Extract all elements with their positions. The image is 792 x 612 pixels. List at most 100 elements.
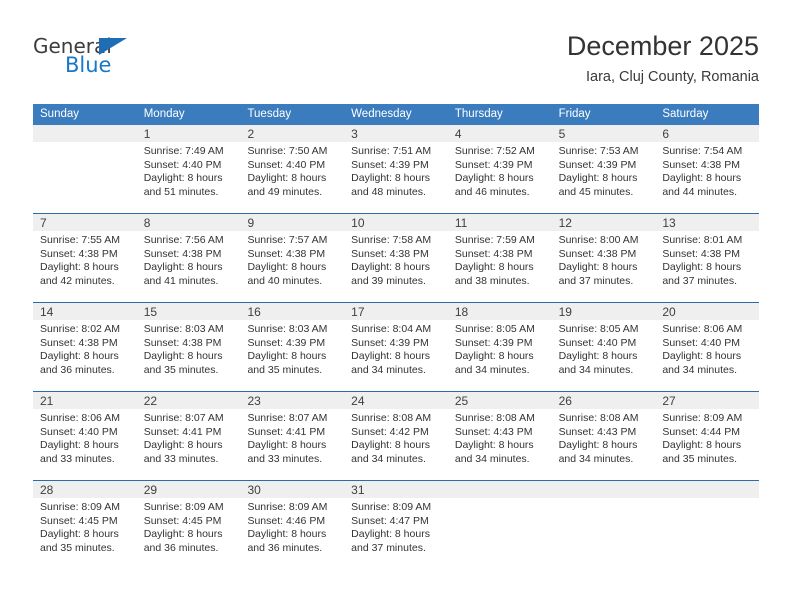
day-number: 15 bbox=[143, 305, 158, 319]
calendar-day-cell[interactable]: 10 Sunrise: 7:58 AM Sunset: 4:38 PM Dayligh… bbox=[344, 214, 448, 302]
day-number: 25 bbox=[454, 394, 469, 408]
sunrise-text: Sunrise: 8:01 AM bbox=[662, 234, 743, 246]
sunrise-text: Sunrise: 8:00 AM bbox=[558, 234, 639, 246]
day-detail-lines: Sunrise: 7:55 AM Sunset: 4:38 PM Daylight:… bbox=[33, 231, 137, 288]
sunrise-text: Sunrise: 8:02 AM bbox=[40, 323, 120, 335]
calendar-day-cell[interactable]: 19 Sunrise: 8:05 AM Sunset: 4:40 PM Dayligh… bbox=[551, 303, 656, 391]
daylight-text-line2: and 37 minutes. bbox=[558, 274, 634, 287]
calendar-day-cell[interactable]: 4 Sunrise: 7:52 AM Sunset: 4:39 PM Daylight… bbox=[447, 125, 552, 213]
calendar-day-cell[interactable]: 17 Sunrise: 8:04 AM Sunset: 4:39 PM Dayligh… bbox=[344, 303, 448, 391]
calendar-page: General Blue December 2025 Iara, Cluj Co… bbox=[0, 0, 792, 612]
day-detail-lines: Sunrise: 7:49 AM Sunset: 4:40 PM Daylight:… bbox=[137, 142, 241, 199]
calendar-day-cell[interactable]: 1 Sunrise: 7:49 AM Sunset: 4:40 PM Daylight… bbox=[136, 125, 241, 213]
calendar-day-cell-empty bbox=[655, 481, 760, 569]
day-number-band: 2 bbox=[240, 125, 345, 142]
sunset-text: Sunset: 4:45 PM bbox=[143, 514, 222, 527]
sunset-text: Sunset: 4:39 PM bbox=[454, 336, 533, 349]
sunrise-text: Sunrise: 7:50 AM bbox=[247, 145, 328, 157]
daylight-text-line1: Daylight: 8 hours bbox=[40, 261, 119, 274]
calendar-day-cell[interactable]: 24 Sunrise: 8:08 AM Sunset: 4:42 PM Dayligh… bbox=[344, 392, 448, 480]
calendar-day-cell[interactable]: 16 Sunrise: 8:03 AM Sunset: 4:39 PM Dayligh… bbox=[240, 303, 345, 391]
day-number-band: 30 bbox=[240, 481, 345, 498]
day-detail-lines: Sunrise: 8:00 AM Sunset: 4:38 PM Daylight:… bbox=[552, 231, 656, 288]
day-number-band: 21 bbox=[33, 392, 137, 409]
calendar-day-cell[interactable]: 27 Sunrise: 8:09 AM Sunset: 4:44 PM Dayligh… bbox=[655, 392, 760, 480]
calendar-day-cell[interactable]: 5 Sunrise: 7:53 AM Sunset: 4:39 PM Daylight… bbox=[551, 125, 656, 213]
day-number-band: 15 bbox=[136, 303, 241, 320]
daylight-text-line2: and 34 minutes. bbox=[351, 363, 426, 376]
daylight-text-line2: and 51 minutes. bbox=[143, 185, 219, 198]
day-detail-lines: Sunrise: 8:01 AM Sunset: 4:38 PM Daylight:… bbox=[655, 231, 759, 288]
calendar-day-cell[interactable]: 13 Sunrise: 8:01 AM Sunset: 4:38 PM Dayligh… bbox=[655, 214, 760, 302]
daylight-text-line1: Daylight: 8 hours bbox=[558, 172, 638, 185]
day-number: 17 bbox=[351, 305, 365, 319]
calendar-day-cell[interactable]: 11 Sunrise: 7:59 AM Sunset: 4:38 PM Dayligh… bbox=[447, 214, 552, 302]
page-header: General Blue December 2025 Iara, Cluj Co… bbox=[33, 30, 759, 92]
calendar-day-cell[interactable]: 14 Sunrise: 8:02 AM Sunset: 4:38 PM Dayligh… bbox=[33, 303, 137, 391]
calendar-day-cell[interactable]: 25 Sunrise: 8:08 AM Sunset: 4:43 PM Dayligh… bbox=[447, 392, 552, 480]
day-detail-lines bbox=[33, 142, 137, 145]
calendar-day-cell[interactable]: 3 Sunrise: 7:51 AM Sunset: 4:39 PM Daylight… bbox=[344, 125, 448, 213]
daylight-text-line2: and 33 minutes. bbox=[247, 452, 323, 465]
calendar-day-cell[interactable]: 9 Sunrise: 7:57 AM Sunset: 4:38 PM Daylight… bbox=[240, 214, 345, 302]
day-number: 30 bbox=[247, 483, 261, 497]
day-detail-lines: Sunrise: 8:05 AM Sunset: 4:40 PM Daylight:… bbox=[552, 320, 656, 377]
calendar-day-cell[interactable]: 7 Sunrise: 7:55 AM Sunset: 4:38 PM Daylight… bbox=[33, 214, 137, 302]
daylight-text-line2: and 34 minutes. bbox=[351, 452, 426, 465]
sunset-text: Sunset: 4:43 PM bbox=[558, 425, 637, 438]
daylight-text-line2: and 40 minutes. bbox=[247, 274, 323, 287]
calendar-day-cell[interactable]: 2 Sunrise: 7:50 AM Sunset: 4:40 PM Daylight… bbox=[240, 125, 345, 213]
daylight-text-line2: and 46 minutes. bbox=[454, 185, 530, 198]
day-number-band: 26 bbox=[551, 392, 656, 409]
sunrise-text: Sunrise: 8:09 AM bbox=[143, 501, 224, 513]
day-detail-lines: Sunrise: 8:05 AM Sunset: 4:39 PM Daylight:… bbox=[448, 320, 552, 377]
calendar-day-cell[interactable]: 26 Sunrise: 8:08 AM Sunset: 4:43 PM Dayligh… bbox=[551, 392, 656, 480]
daylight-text-line2: and 49 minutes. bbox=[247, 185, 323, 198]
day-number: 6 bbox=[662, 127, 669, 141]
daylight-text-line2: and 38 minutes. bbox=[454, 274, 530, 287]
day-number: 29 bbox=[143, 483, 158, 497]
sunset-text: Sunset: 4:45 PM bbox=[40, 514, 118, 527]
day-number-band: 3 bbox=[344, 125, 448, 142]
calendar-day-cell[interactable]: 23 Sunrise: 8:07 AM Sunset: 4:41 PM Dayligh… bbox=[240, 392, 345, 480]
general-blue-logo[interactable]: General Blue bbox=[33, 34, 193, 86]
day-number: 19 bbox=[558, 305, 572, 319]
calendar-day-cell[interactable]: 12 Sunrise: 8:00 AM Sunset: 4:38 PM Dayligh… bbox=[551, 214, 656, 302]
calendar-day-cell[interactable]: 6 Sunrise: 7:54 AM Sunset: 4:38 PM Daylight… bbox=[655, 125, 760, 213]
daylight-text-line1: Daylight: 8 hours bbox=[662, 172, 742, 185]
calendar-day-cell[interactable]: 15 Sunrise: 8:03 AM Sunset: 4:38 PM Dayligh… bbox=[136, 303, 241, 391]
day-detail-lines bbox=[552, 498, 656, 501]
calendar-week-row: 28 Sunrise: 8:09 AM Sunset: 4:45 PM Dayligh… bbox=[33, 480, 760, 569]
sunrise-text: Sunrise: 8:09 AM bbox=[351, 501, 432, 513]
calendar-day-cell[interactable]: 22 Sunrise: 8:07 AM Sunset: 4:41 PM Dayligh… bbox=[136, 392, 241, 480]
calendar-day-cell[interactable]: 29 Sunrise: 8:09 AM Sunset: 4:45 PM Dayligh… bbox=[136, 481, 241, 569]
day-detail-lines: Sunrise: 8:07 AM Sunset: 4:41 PM Daylight:… bbox=[240, 409, 344, 466]
daylight-text-line1: Daylight: 8 hours bbox=[40, 350, 119, 363]
daylight-text-line2: and 35 minutes. bbox=[143, 363, 219, 376]
sunrise-text: Sunrise: 8:03 AM bbox=[247, 323, 328, 335]
day-number: 7 bbox=[40, 216, 47, 230]
calendar-day-cell[interactable]: 20 Sunrise: 8:06 AM Sunset: 4:40 PM Dayligh… bbox=[655, 303, 760, 391]
calendar-day-cell[interactable]: 31 Sunrise: 8:09 AM Sunset: 4:47 PM Dayligh… bbox=[344, 481, 448, 569]
day-number: 20 bbox=[662, 305, 676, 319]
calendar-day-cell[interactable]: 18 Sunrise: 8:05 AM Sunset: 4:39 PM Dayligh… bbox=[447, 303, 552, 391]
sunrise-text: Sunrise: 8:08 AM bbox=[351, 412, 432, 424]
calendar-day-cell[interactable]: 30 Sunrise: 8:09 AM Sunset: 4:46 PM Dayligh… bbox=[240, 481, 345, 569]
sunset-text: Sunset: 4:38 PM bbox=[247, 247, 326, 260]
day-number-band bbox=[655, 481, 760, 498]
day-detail-lines: Sunrise: 8:08 AM Sunset: 4:43 PM Daylight:… bbox=[552, 409, 656, 466]
day-detail-lines: Sunrise: 8:09 AM Sunset: 4:46 PM Daylight:… bbox=[240, 498, 344, 555]
day-number-band: 17 bbox=[344, 303, 448, 320]
sunset-text: Sunset: 4:47 PM bbox=[351, 514, 429, 527]
title-block: December 2025 Iara, Cluj County, Romania bbox=[567, 30, 759, 86]
day-detail-lines: Sunrise: 8:08 AM Sunset: 4:42 PM Daylight:… bbox=[344, 409, 448, 466]
calendar-day-cell[interactable]: 8 Sunrise: 7:56 AM Sunset: 4:38 PM Daylight… bbox=[136, 214, 241, 302]
sunset-text: Sunset: 4:38 PM bbox=[662, 247, 740, 260]
day-number-band: 4 bbox=[447, 125, 552, 142]
daylight-text-line2: and 34 minutes. bbox=[558, 452, 634, 465]
daylight-text-line2: and 48 minutes. bbox=[351, 185, 426, 198]
logo-text-blue: Blue bbox=[65, 53, 112, 77]
calendar-day-cell[interactable]: 28 Sunrise: 8:09 AM Sunset: 4:45 PM Dayligh… bbox=[33, 481, 137, 569]
daylight-text-line1: Daylight: 8 hours bbox=[454, 172, 534, 185]
calendar-day-cell[interactable]: 21 Sunrise: 8:06 AM Sunset: 4:40 PM Dayligh… bbox=[33, 392, 137, 480]
